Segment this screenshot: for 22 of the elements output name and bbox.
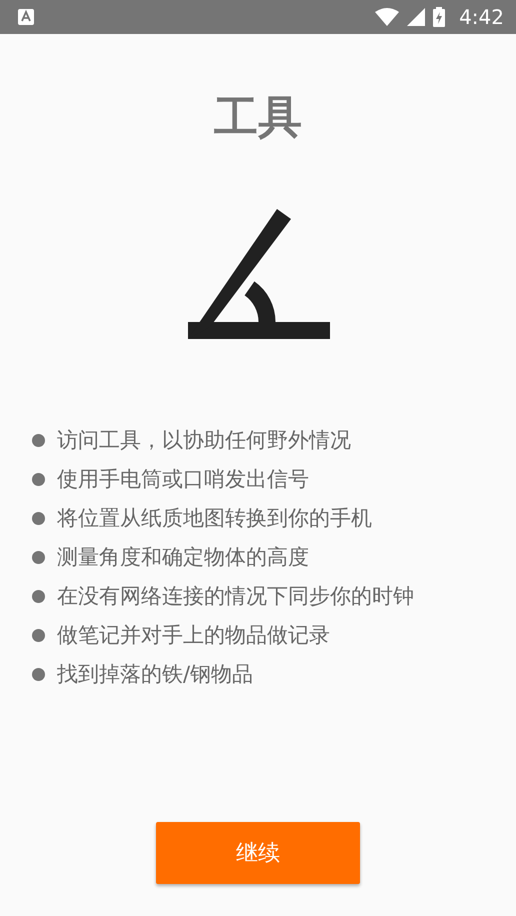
bullet-icon	[32, 472, 45, 486]
battery-charging-icon	[433, 7, 446, 27]
page-title: 工具	[213, 92, 303, 144]
signal-icon	[407, 8, 426, 26]
feature-text: 使用手电筒或口哨发出信号	[57, 466, 309, 493]
clock-time: 4:42	[459, 5, 504, 29]
bullet-icon	[32, 512, 45, 524]
continue-button[interactable]: 继续	[156, 822, 360, 884]
feature-text: 访问工具，以协助任何野外情况	[57, 427, 351, 454]
bullet-icon	[32, 628, 45, 642]
bullet-icon	[32, 550, 45, 564]
feature-text: 将位置从纸质地图转换到你的手机	[57, 505, 372, 532]
feature-text: 做笔记并对手上的物品做记录	[57, 622, 330, 649]
app-notification-icon	[18, 9, 34, 25]
feature-text: 测量角度和确定物体的高度	[57, 544, 309, 571]
feature-text: 在没有网络连接的情况下同步你的时钟	[57, 583, 414, 610]
feature-text: 找到掉落的铁/钢物品	[57, 661, 254, 688]
bullet-icon	[32, 434, 45, 446]
bullet-icon	[32, 668, 45, 680]
protractor-angle-icon	[188, 209, 330, 339]
wifi-icon	[375, 8, 400, 26]
bullet-icon	[32, 590, 45, 602]
